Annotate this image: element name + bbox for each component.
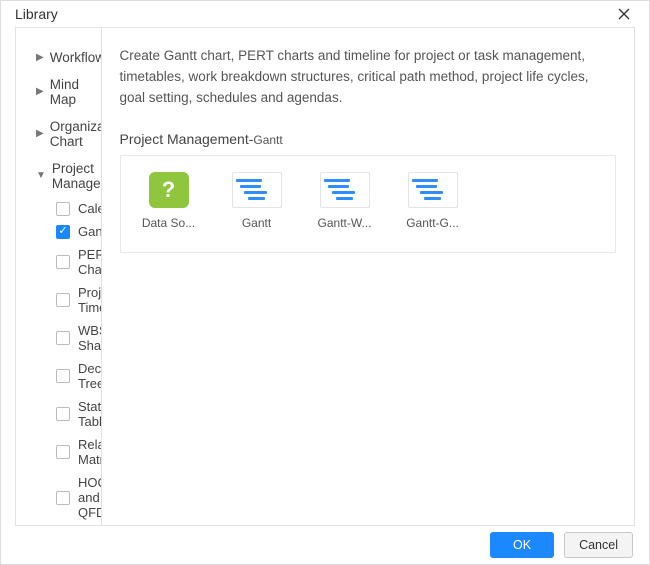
sidebar-item-label: Decision Tree [78, 361, 102, 391]
cancel-button[interactable]: Cancel [564, 532, 633, 558]
main-panel[interactable]: Create Gantt chart, PERT charts and time… [102, 28, 634, 525]
triangle-right-icon: ▶ [36, 53, 44, 63]
checkbox[interactable] [56, 491, 70, 505]
sidebar-item-label: Gantt [78, 224, 102, 239]
help-icon: ? [149, 172, 189, 208]
sidebar-item-label: Project Timeline [78, 285, 102, 315]
sidebar-item[interactable]: Calendar [16, 197, 101, 220]
close-icon [618, 8, 630, 20]
checkbox[interactable] [56, 202, 70, 216]
section-title: Project Management-Gantt [120, 131, 616, 147]
sidebar-category[interactable]: ▶ Workflow [16, 44, 101, 71]
gantt-thumbnail [408, 172, 458, 208]
gantt-thumbnail [320, 172, 370, 208]
checkbox[interactable] [56, 293, 70, 307]
gallery-item[interactable]: Gantt-G... [391, 168, 475, 234]
sidebar-category-label: Workflow [50, 50, 102, 65]
sidebar-item-label: Calendar [78, 201, 102, 216]
sidebar-category[interactable]: ▶ Mind Map [16, 71, 101, 113]
gallery-item-label: Gantt-G... [406, 216, 459, 230]
checkbox[interactable] [56, 407, 70, 421]
gallery-item-label: Data So... [142, 216, 195, 230]
gallery-item[interactable]: Gantt-W... [303, 168, 387, 234]
gallery-item-label: Gantt [242, 216, 271, 230]
triangle-right-icon: ▶ [36, 129, 44, 139]
shape-gallery: ? Data So... Gantt Gantt-W... Gantt-G... [120, 155, 616, 253]
category-sidebar[interactable]: ▶ Workflow ▶ Mind Map ▶ Organization Chart ▼ Pr… [16, 28, 102, 525]
sidebar-item-label: PERT Chart [78, 247, 102, 277]
triangle-right-icon: ▶ [36, 87, 44, 97]
gallery-item-label: Gantt-W... [318, 216, 372, 230]
checkbox[interactable] [56, 369, 70, 383]
sidebar-category[interactable]: ▼ Project Management [16, 155, 101, 197]
sidebar-item[interactable]: Decision Tree [16, 357, 101, 395]
triangle-down-icon: ▼ [36, 171, 46, 181]
sidebar-item[interactable]: Relationship Matrix [16, 433, 101, 471]
gantt-thumbnail [232, 172, 282, 208]
sidebar-item-label: WBS Shapes [78, 323, 102, 353]
category-description: Create Gantt chart, PERT charts and time… [120, 46, 616, 109]
sidebar-item[interactable]: Project Timeline [16, 281, 101, 319]
sidebar-item-label: HOQ and QFD [78, 475, 102, 520]
close-button[interactable] [611, 1, 637, 27]
sidebar-item-label: Relationship Matrix [78, 437, 102, 467]
sidebar-category[interactable]: ▶ Organization Chart [16, 113, 101, 155]
checkbox[interactable] [56, 331, 70, 345]
content: ▶ Workflow ▶ Mind Map ▶ Organization Chart ▼ Pr… [15, 27, 635, 526]
dialog-footer: OK Cancel [1, 526, 649, 564]
checkbox[interactable]: ✓ [56, 225, 70, 239]
titlebar: Library [1, 1, 649, 27]
sidebar-category-label: Project Management [52, 161, 102, 191]
ok-button[interactable]: OK [490, 532, 554, 558]
sidebar-item[interactable]: WBS Shapes [16, 319, 101, 357]
sidebar-item[interactable]: PERT Chart [16, 243, 101, 281]
sidebar-item[interactable]: ✓ Gantt [16, 220, 101, 243]
sidebar-category-label: Mind Map [50, 77, 91, 107]
sidebar-item[interactable]: HOQ and QFD [16, 471, 101, 524]
sidebar-item[interactable]: Status Table [16, 395, 101, 433]
library-dialog: Library ▶ Workflow ▶ Mind Map ▶ Organization … [0, 0, 650, 565]
gallery-item[interactable]: Gantt [215, 168, 299, 234]
checkbox[interactable] [56, 255, 70, 269]
sidebar-item-label: Status Table [78, 399, 102, 429]
dialog-title: Library [15, 6, 58, 22]
sidebar-category-label: Organization Chart [50, 119, 102, 149]
gallery-item[interactable]: ? Data So... [127, 168, 211, 234]
checkbox[interactable] [56, 445, 70, 459]
